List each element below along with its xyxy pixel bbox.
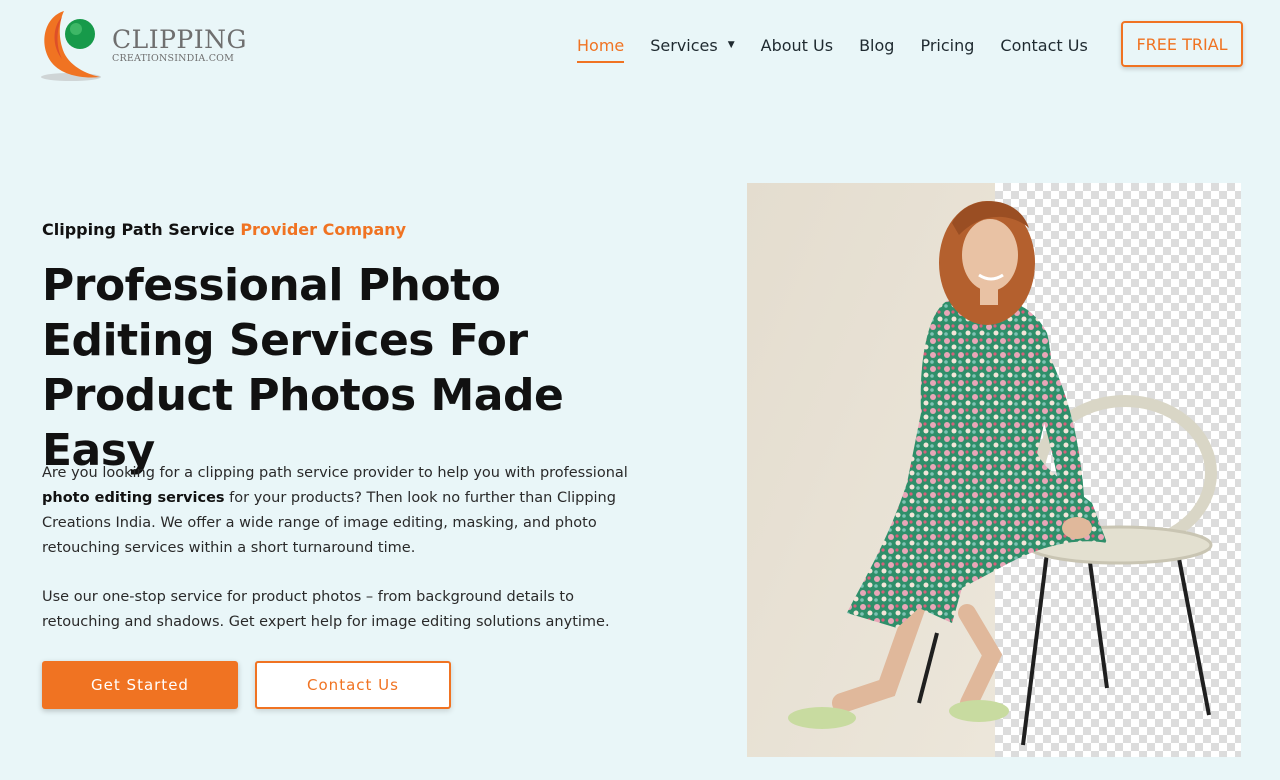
hero-eyebrow: Clipping Path Service Provider Company [42,220,406,239]
woman-on-chair-image [747,183,1241,757]
logo[interactable]: CLIPPING CREATIONSINDIA.COM [38,6,246,84]
hero-paragraph-2: Use our one-stop service for product pho… [42,589,610,630]
clipping-logo-mark-icon [41,11,101,81]
nav-item-about-us[interactable]: About Us [761,26,833,65]
contact-us-button[interactable]: Contact Us [255,661,451,709]
hero-eyebrow-accent: Provider Company [240,220,407,239]
main-nav: Home Services ▼ About Us Blog Pricing Co… [566,20,1114,70]
logo-text: CLIPPING CREATIONSINDIA.COM [112,24,247,64]
caret-down-icon: ▼ [727,40,735,50]
hero-paragraph-1-bold: photo editing services [42,490,225,506]
nav-item-services-label: Services [650,35,718,55]
hero-paragraph-1: Are you looking for a clipping path serv… [42,461,642,561]
hero-product-photo [747,183,1241,757]
nav-item-pricing[interactable]: Pricing [920,26,974,65]
get-started-button[interactable]: Get Started [42,661,238,709]
nav-item-blog[interactable]: Blog [859,26,894,65]
free-trial-button[interactable]: FREE TRIAL [1121,21,1243,67]
logo-wordmark: CLIPPING [112,24,247,54]
nav-item-home[interactable]: Home [577,26,625,65]
hero-title: Professional Photo Editing Services For … [42,260,564,476]
hero-eyebrow-plain: Clipping Path Service [42,220,235,239]
hero-paragraph-1-start: Are you looking for a clipping path serv… [42,465,628,481]
nav-item-contact-us[interactable]: Contact Us [1000,26,1087,65]
logo-domain: CREATIONSINDIA.COM [112,52,235,64]
nav-item-services[interactable]: Services ▼ [650,26,734,65]
